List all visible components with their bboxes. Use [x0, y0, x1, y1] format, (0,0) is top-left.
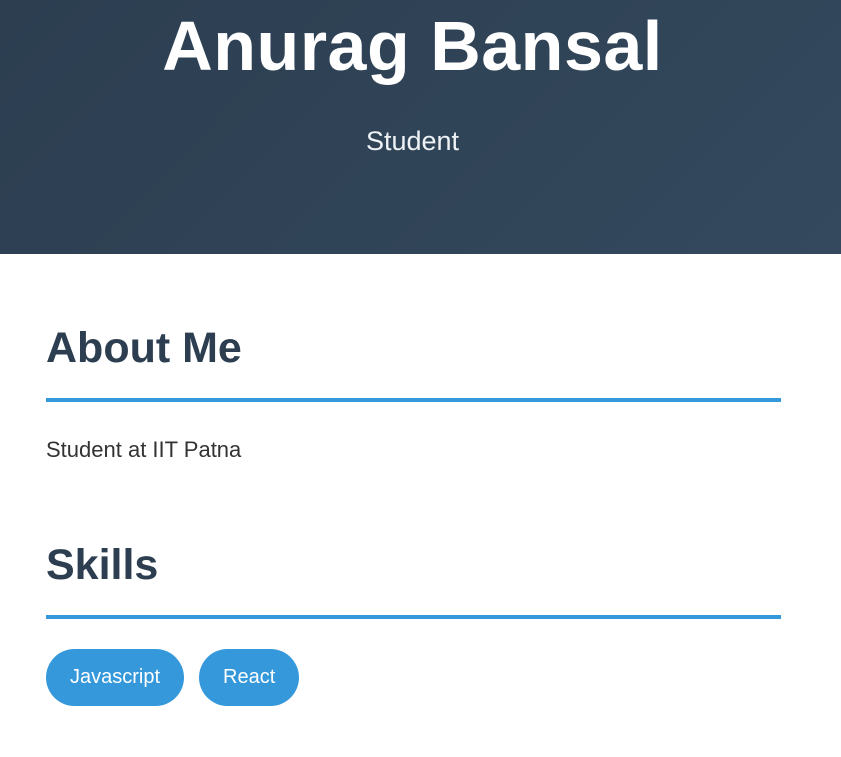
skills-title: Skills: [46, 541, 159, 589]
profile-role: Student: [365, 126, 460, 156]
about-text: Student at IIT Patna: [46, 437, 242, 462]
profile-name: Anurag Bansal: [162, 7, 663, 85]
skills-divider: [46, 615, 781, 619]
about-divider: [46, 398, 781, 402]
about-section: About Me Student at IIT Patna: [46, 322, 781, 462]
skill-badge-react: React: [199, 649, 300, 706]
profile-header: Anurag Bansal Student: [0, 0, 841, 254]
about-title: About Me: [46, 324, 242, 372]
skills-section: Skills Javascript React: [46, 539, 781, 706]
skill-badge-javascript: Javascript: [46, 649, 185, 706]
skills-list: Javascript React: [46, 649, 300, 706]
